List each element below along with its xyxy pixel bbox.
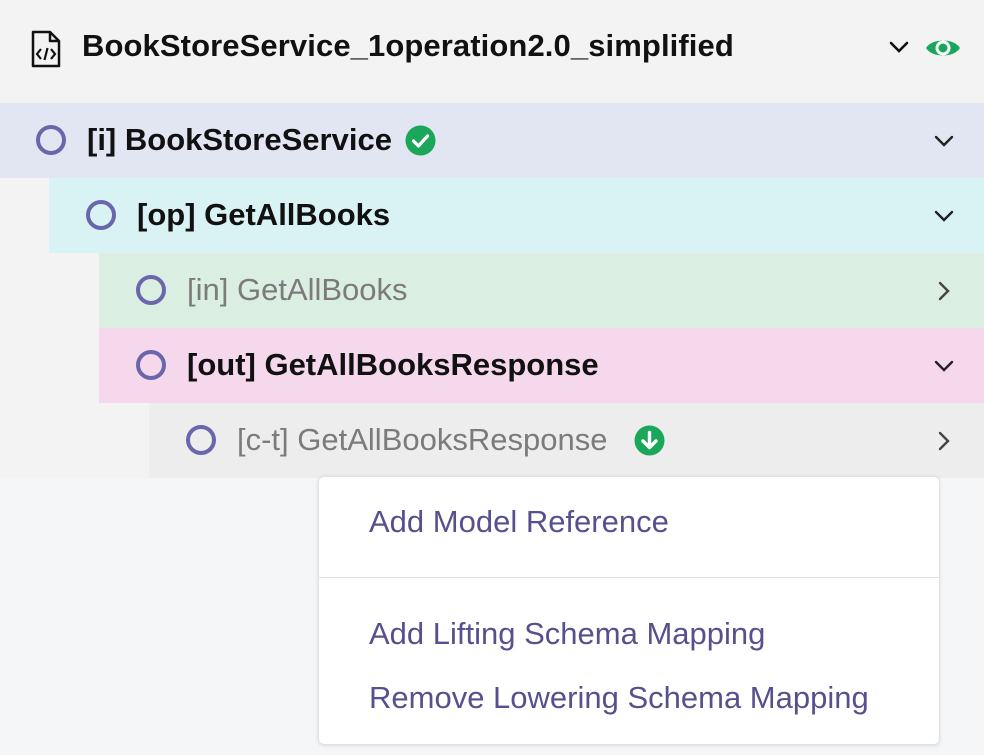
tree-row-interface[interactable]: [i] BookStoreService xyxy=(0,103,984,178)
node-circle-icon[interactable] xyxy=(186,425,216,455)
context-menu: Add Model Reference Add Lifting Schema M… xyxy=(318,476,940,745)
schema-tree: [i] BookStoreService [op] GetAllBooks [i… xyxy=(0,103,984,478)
tree-row-label: [c-t] GetAllBooksResponse xyxy=(237,422,608,457)
chevron-down-icon[interactable] xyxy=(933,206,955,226)
check-circle-icon xyxy=(405,125,436,156)
node-circle-icon[interactable] xyxy=(86,200,116,230)
node-circle-icon[interactable] xyxy=(136,350,166,380)
tree-row-complex-type[interactable]: [c-t] GetAllBooksResponse xyxy=(149,403,984,478)
arrow-down-circle-icon xyxy=(634,425,665,456)
remove-lowering-schema-mapping-menu-item[interactable]: Remove Lowering Schema Mapping xyxy=(369,680,869,716)
tree-row-label: [op] GetAllBooks xyxy=(137,197,391,232)
code-file-icon xyxy=(31,30,61,68)
node-circle-icon[interactable] xyxy=(136,275,166,305)
eye-icon[interactable] xyxy=(924,33,962,63)
chevron-right-icon[interactable] xyxy=(933,431,955,451)
tree-row-label: [i] BookStoreService xyxy=(87,122,392,157)
menu-divider xyxy=(319,577,939,578)
add-model-reference-menu-item[interactable]: Add Model Reference xyxy=(369,504,669,540)
tree-row-label: [in] GetAllBooks xyxy=(187,272,408,307)
tree-row-operation[interactable]: [op] GetAllBooks xyxy=(49,178,984,253)
chevron-down-icon[interactable] xyxy=(933,356,955,376)
tree-row-output[interactable]: [out] GetAllBooksResponse xyxy=(99,328,984,403)
add-lifting-schema-mapping-menu-item[interactable]: Add Lifting Schema Mapping xyxy=(369,616,765,652)
service-title: BookStoreService_1operation2.0_simplifie… xyxy=(82,28,734,63)
node-circle-icon[interactable] xyxy=(36,125,66,155)
tree-row-label: [out] GetAllBooksResponse xyxy=(187,347,599,382)
header-bar: BookStoreService_1operation2.0_simplifie… xyxy=(0,0,984,103)
tree-row-input[interactable]: [in] GetAllBooks xyxy=(99,253,984,328)
chevron-down-icon[interactable] xyxy=(888,38,910,56)
chevron-down-icon[interactable] xyxy=(933,131,955,151)
chevron-right-icon[interactable] xyxy=(933,281,955,301)
